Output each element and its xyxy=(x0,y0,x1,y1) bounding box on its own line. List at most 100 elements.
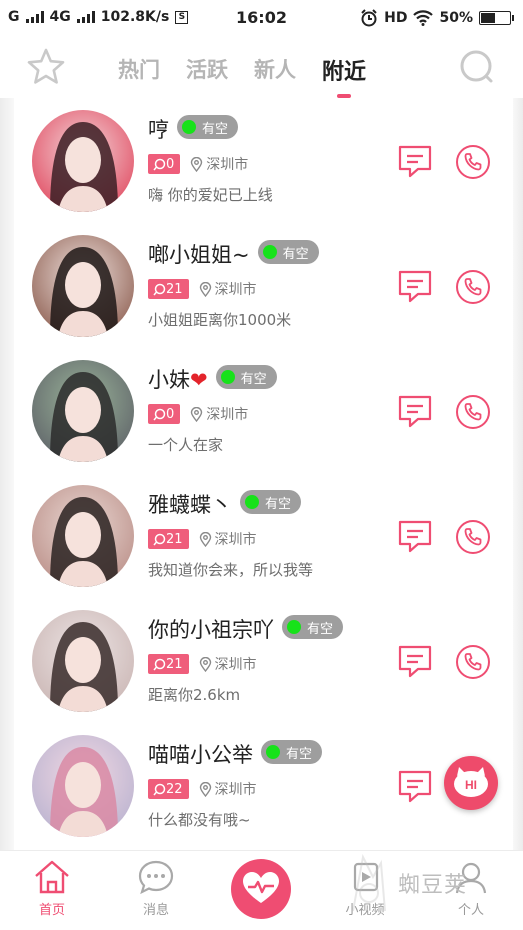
user-bio: 小姐姐距离你1000米 xyxy=(148,311,292,329)
phone-call-icon[interactable] xyxy=(455,519,491,555)
location-label: 深圳市 xyxy=(214,532,257,548)
status-badge: 有空 xyxy=(257,240,319,264)
home-icon xyxy=(35,860,69,894)
message-icon[interactable] xyxy=(396,519,434,555)
user-row[interactable]: 你的小祖宗吖 有空 21 深圳市距离你2.6km xyxy=(14,598,513,723)
user-bio: 距离你2.6km xyxy=(148,686,241,704)
star-icon[interactable] xyxy=(26,47,66,87)
message-icon[interactable] xyxy=(396,144,434,180)
avatar-photo xyxy=(32,735,134,837)
nav-home[interactable]: 首页 xyxy=(12,859,92,918)
comment-icon xyxy=(153,408,166,420)
user-list[interactable]: 哼有空 0 深圳市嗨 你的爱妃已上线 啷小姐姐~ 有空 21 深圳市 小姐姐距离你1000米小… xyxy=(14,98,513,848)
comment-count: 21 xyxy=(166,656,183,672)
comment-count-badge: 21 xyxy=(148,529,189,549)
comment-count-badge: 21 xyxy=(148,279,189,299)
top-nav: 热门 活跃 新人 附近 xyxy=(0,36,523,98)
status-label: 有空 xyxy=(286,746,313,762)
tab-0[interactable]: 热门 xyxy=(118,54,160,86)
match-heart-button[interactable] xyxy=(231,859,291,919)
user-name: 你的小祖宗吖 xyxy=(148,618,274,642)
user-meta: 22 深圳市 xyxy=(148,779,257,799)
tab-3[interactable]: 附近 xyxy=(322,54,366,86)
user-row[interactable]: 哼 有空 0 深圳市嗨 你的爱妃已上线 xyxy=(14,98,513,223)
message-icon[interactable] xyxy=(396,269,434,305)
avatar-photo xyxy=(32,485,134,587)
location-label: 深圳市 xyxy=(214,282,257,298)
user-name-line: 哼 有空 xyxy=(148,114,239,144)
avatar[interactable] xyxy=(32,610,134,712)
location-pin-icon xyxy=(199,531,211,547)
category-tabs: 热门 活跃 新人 附近 xyxy=(118,54,366,86)
comment-icon xyxy=(153,158,166,170)
online-dot-icon xyxy=(182,120,196,134)
status-label: 有空 xyxy=(240,371,267,387)
tab-1[interactable]: 活跃 xyxy=(186,54,228,86)
avatar[interactable] xyxy=(32,735,134,837)
nav-home-label: 首页 xyxy=(38,903,65,918)
avatar-photo xyxy=(32,235,134,337)
user-bio: 嗨 你的爱妃已上线 xyxy=(148,186,273,204)
status-label: 有空 xyxy=(307,621,334,637)
message-icon[interactable] xyxy=(396,394,434,430)
status-right: HD 50% xyxy=(360,9,514,27)
phone-call-icon[interactable] xyxy=(455,644,491,680)
heart-emoji: ❤ xyxy=(190,368,208,392)
comment-count-badge: 0 xyxy=(148,154,181,174)
nav-messages[interactable]: 消息 xyxy=(116,859,196,918)
location-label: 深圳市 xyxy=(214,782,257,798)
location-pin-icon xyxy=(191,406,203,422)
heartbeat-icon xyxy=(243,872,279,903)
user-meta: 21 深圳市 xyxy=(148,279,257,299)
phone-call-icon[interactable] xyxy=(455,394,491,430)
list-side-shadow-left xyxy=(0,98,14,850)
phone-call-icon[interactable] xyxy=(455,144,491,180)
user-row[interactable]: 喵喵小公举 有空 22 深圳市 什么都没有哦~ xyxy=(14,723,513,848)
hi-icon: HI xyxy=(454,767,488,797)
user-row[interactable]: 小妹❤ 有空 0 深圳市 一个人在家 xyxy=(14,348,513,473)
search-icon[interactable] xyxy=(458,48,496,86)
avatar[interactable] xyxy=(32,235,134,337)
user-name: 喵喵小公举 xyxy=(148,743,253,767)
message-icon[interactable] xyxy=(396,769,434,805)
phone-call-icon[interactable] xyxy=(455,269,491,305)
avatar[interactable] xyxy=(32,485,134,587)
user-meta: 0 深圳市 xyxy=(148,404,248,424)
avatar[interactable] xyxy=(32,110,134,212)
status-badge: 有空 xyxy=(261,740,323,764)
status-bar: G 4G 102.8K/s S 16:02 HD 50% xyxy=(0,0,523,36)
location-pin-icon xyxy=(191,156,203,172)
location-pin-icon xyxy=(199,781,211,797)
user-bio: 一个人在家 xyxy=(148,436,224,454)
nav-messages-label: 消息 xyxy=(142,903,169,918)
location-label: 深圳市 xyxy=(206,407,249,423)
online-dot-icon xyxy=(266,745,280,759)
location: 深圳市 xyxy=(199,779,257,799)
comment-icon xyxy=(153,533,166,545)
user-row[interactable]: 啷小姐姐~ 有空 21 深圳市小姐姐距离你1000米 xyxy=(14,223,513,348)
user-name-line: 你的小祖宗吖 有空 xyxy=(148,614,344,644)
location-pin-icon xyxy=(199,656,211,672)
wifi-icon xyxy=(413,10,434,26)
user-meta: 21 深圳市 xyxy=(148,654,257,674)
comment-count: 22 xyxy=(166,781,183,797)
user-row[interactable]: 雅蠛蝶丶 有空 21 深圳市 我知道你会来，所以我等 xyxy=(14,473,513,598)
watermark-text: 蜘豆荚 xyxy=(398,873,468,898)
user-name: 啷小姐姐~ xyxy=(148,243,250,267)
comment-count-badge: 22 xyxy=(148,779,189,799)
location: 深圳市 xyxy=(190,154,248,174)
avatar-photo xyxy=(32,360,134,462)
comment-count-badge: 0 xyxy=(148,404,181,424)
location: 深圳市 xyxy=(199,279,257,299)
tab-2[interactable]: 新人 xyxy=(254,54,296,86)
status-label: 有空 xyxy=(265,496,292,512)
avatar[interactable] xyxy=(32,360,134,462)
battery-icon xyxy=(479,11,514,25)
hi-greet-button[interactable]: HI xyxy=(444,756,498,810)
comment-count: 0 xyxy=(166,406,175,422)
online-dot-icon xyxy=(262,245,277,259)
message-icon[interactable] xyxy=(396,644,434,680)
user-name: 雅蠛蝶丶 xyxy=(148,493,232,517)
status-badge: 有空 xyxy=(282,615,344,639)
location: 深圳市 xyxy=(190,404,248,424)
